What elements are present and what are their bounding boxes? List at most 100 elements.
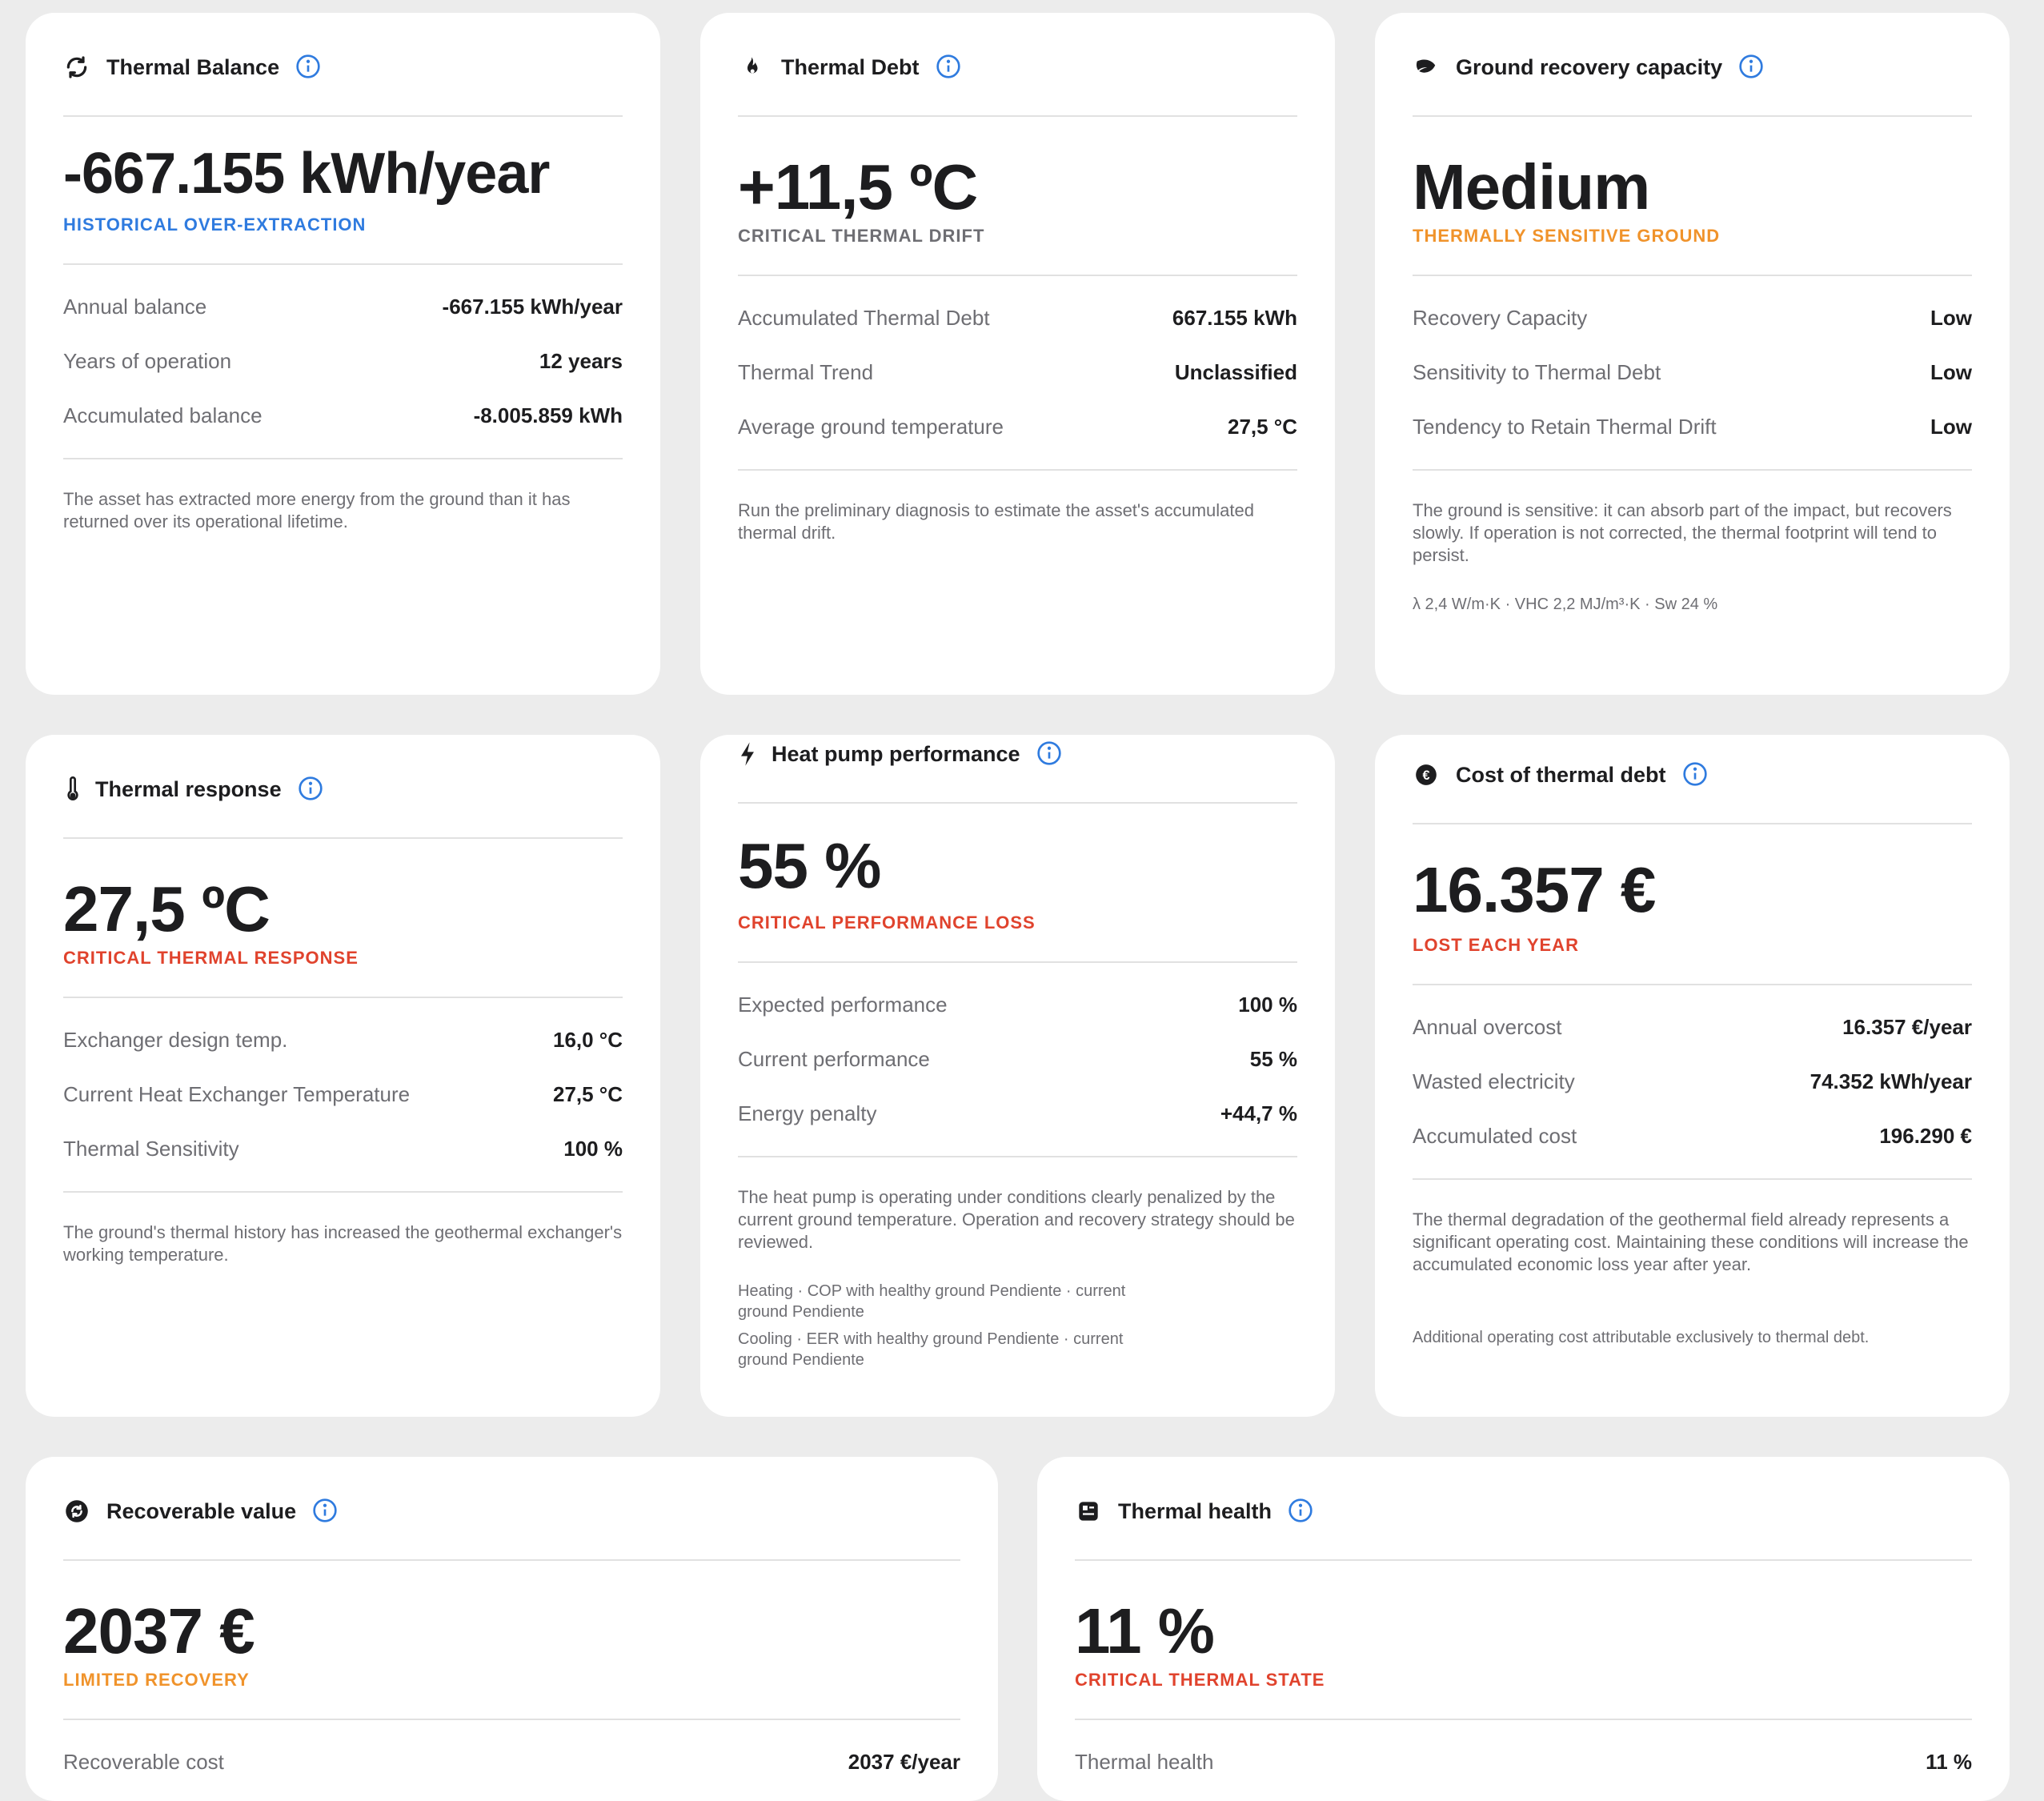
metric-row: Average ground temperature 27,5 °C — [738, 415, 1297, 439]
status-tag: CRITICAL THERMAL DRIFT — [738, 226, 985, 246]
metric-label: Wasted electricity — [1413, 1069, 1575, 1093]
card-title: Thermal health — [1118, 1498, 1272, 1523]
svg-text:€: € — [1422, 768, 1429, 783]
metric-value: 12 years — [539, 349, 623, 373]
metric-value: 16.357 €/year — [1842, 1015, 1972, 1039]
divider — [738, 1156, 1297, 1157]
metric-row: Recoverable cost 2037 €/year — [63, 1750, 960, 1775]
metric-value: Low — [1930, 415, 1972, 439]
bolt-icon — [738, 740, 757, 768]
card-header: Heat pump performance — [738, 738, 1297, 804]
metric-value: 667.155 kWh — [1172, 306, 1297, 330]
metric-row: Accumulated Thermal Debt 667.155 kWh — [738, 306, 1297, 331]
info-icon[interactable] — [298, 776, 325, 803]
thermometer-icon — [63, 776, 82, 803]
metric-row: Thermal Sensitivity 100 % — [63, 1137, 623, 1161]
metric-row: Accumulated balance -8.005.859 kWh — [63, 403, 623, 428]
card-thermal-debt: Thermal Debt +11,5 ºC CRITICAL THERMAL D… — [700, 13, 1335, 695]
heating-note-line: Heating · COP with healthy ground Pendie… — [738, 1282, 1126, 1300]
card-value: 16.357 € — [1413, 854, 1656, 925]
status-tag: LIMITED RECOVERY — [63, 1670, 250, 1690]
card-header: Thermal health — [1075, 1495, 1972, 1561]
metric-value: +44,7 % — [1220, 1101, 1297, 1125]
metric-value: 16,0 °C — [552, 1028, 623, 1052]
metric-label: Exchanger design temp. — [63, 1028, 288, 1052]
metric-row: Recovery Capacity Low — [1413, 306, 1972, 331]
card-title: Ground recovery capacity — [1456, 54, 1723, 79]
metric-row: Thermal health 11 % — [1075, 1750, 1972, 1775]
card-header: Ground recovery capacity — [1413, 51, 1972, 117]
card-value: 55 % — [738, 830, 881, 901]
metric-label: Recoverable cost — [63, 1750, 224, 1774]
card-recoverable-value: Recoverable value 2037 € LIMITED RECOVER… — [26, 1457, 998, 1801]
metric-value: -8.005.859 kWh — [473, 403, 623, 427]
health-report-icon — [1075, 1498, 1102, 1525]
metric-label: Average ground temperature — [738, 415, 1004, 439]
cost-footnote: Additional operating cost attributable e… — [1413, 1329, 1870, 1346]
info-icon[interactable] — [936, 54, 963, 81]
leaf-icon — [1413, 54, 1440, 81]
card-description: The asset has extracted more energy from… — [63, 489, 571, 531]
card-cost-of-thermal-debt: € Cost of thermal debt 16.357 € LOST EAC… — [1375, 735, 2010, 1417]
heating-note: Heating · COP with healthy ground Pendie… — [738, 1281, 1125, 1322]
divider — [1413, 1178, 1972, 1180]
cooling-note-line: ground Pendiente — [738, 1351, 864, 1369]
card-header: Recoverable value — [63, 1495, 960, 1561]
card-value: 11 % — [1075, 1595, 1215, 1667]
card-title: Heat pump performance — [772, 741, 1020, 766]
heating-note-line: ground Pendiente — [738, 1303, 864, 1321]
metric-label: Accumulated balance — [63, 403, 263, 427]
metric-label: Expected performance — [738, 993, 948, 1017]
metric-label: Current performance — [738, 1047, 930, 1071]
metric-label: Thermal Trend — [738, 360, 874, 384]
card-thermal-health: Thermal health 11 % CRITICAL THERMAL STA… — [1037, 1457, 2010, 1801]
status-tag: LOST EACH YEAR — [1413, 935, 1579, 955]
card-description: The heat pump is operating under conditi… — [738, 1187, 1295, 1252]
metric-row: Wasted electricity 74.352 kWh/year — [1413, 1069, 1972, 1094]
info-icon[interactable] — [1738, 54, 1765, 81]
info-icon[interactable] — [1288, 1498, 1315, 1525]
metric-row: Annual balance -667.155 kWh/year — [63, 295, 623, 319]
info-icon[interactable] — [295, 54, 323, 81]
divider — [63, 263, 623, 265]
metric-value: 2037 €/year — [848, 1750, 960, 1774]
card-ground-recovery: Ground recovery capacity Medium THERMALL… — [1375, 13, 2010, 695]
info-icon[interactable] — [1682, 761, 1709, 788]
metric-row: Expected performance 100 % — [738, 993, 1297, 1017]
metric-row: Thermal Trend Unclassified — [738, 360, 1297, 385]
status-tag: THERMALLY SENSITIVE GROUND — [1413, 226, 1721, 246]
metric-value: 27,5 °C — [552, 1082, 623, 1106]
metric-row: Annual overcost 16.357 €/year — [1413, 1015, 1972, 1040]
metric-label: Tendency to Retain Thermal Drift — [1413, 415, 1717, 439]
metric-value: Low — [1930, 306, 1972, 330]
card-description: The ground is sensitive: it can absorb p… — [1413, 500, 1952, 565]
metric-label: Annual overcost — [1413, 1015, 1562, 1039]
soil-parameters: λ 2,4 W/m·K · VHC 2,2 MJ/m³·K · Sw 24 % — [1413, 596, 1718, 613]
card-title: Thermal Balance — [106, 54, 280, 79]
metric-value: 11 % — [1926, 1750, 1972, 1774]
metric-label: Accumulated cost — [1413, 1124, 1577, 1148]
metric-value: Low — [1930, 360, 1972, 384]
card-title: Thermal response — [95, 776, 282, 801]
metric-row: Exchanger design temp. 16,0 °C — [63, 1028, 623, 1053]
card-value: -667.155 kWh/year — [63, 142, 550, 206]
metric-label: Current Heat Exchanger Temperature — [63, 1082, 411, 1106]
metric-row: Energy penalty +44,7 % — [738, 1101, 1297, 1126]
metric-row: Sensitivity to Thermal Debt Low — [1413, 360, 1972, 385]
info-icon[interactable] — [312, 1498, 339, 1525]
divider — [63, 1191, 623, 1193]
metric-value: 196.290 € — [1879, 1124, 1972, 1148]
refresh-icon — [63, 54, 90, 81]
divider — [63, 1719, 960, 1720]
metric-row: Tendency to Retain Thermal Drift Low — [1413, 415, 1972, 439]
metric-value: 100 % — [1238, 993, 1297, 1017]
card-thermal-balance: Thermal Balance -667.155 kWh/year HISTOR… — [26, 13, 660, 695]
metric-value: -667.155 kWh/year — [442, 295, 623, 319]
divider — [1075, 1719, 1972, 1720]
card-value: 2037 € — [63, 1595, 255, 1667]
metric-row: Current Heat Exchanger Temperature 27,5 °… — [63, 1082, 623, 1107]
card-description: Run the preliminary diagnosis to estimat… — [738, 500, 1254, 543]
cooling-note: Cooling · EER with healthy ground Pendie… — [738, 1329, 1123, 1370]
metric-label: Accumulated Thermal Debt — [738, 306, 990, 330]
info-icon[interactable] — [1036, 740, 1064, 768]
